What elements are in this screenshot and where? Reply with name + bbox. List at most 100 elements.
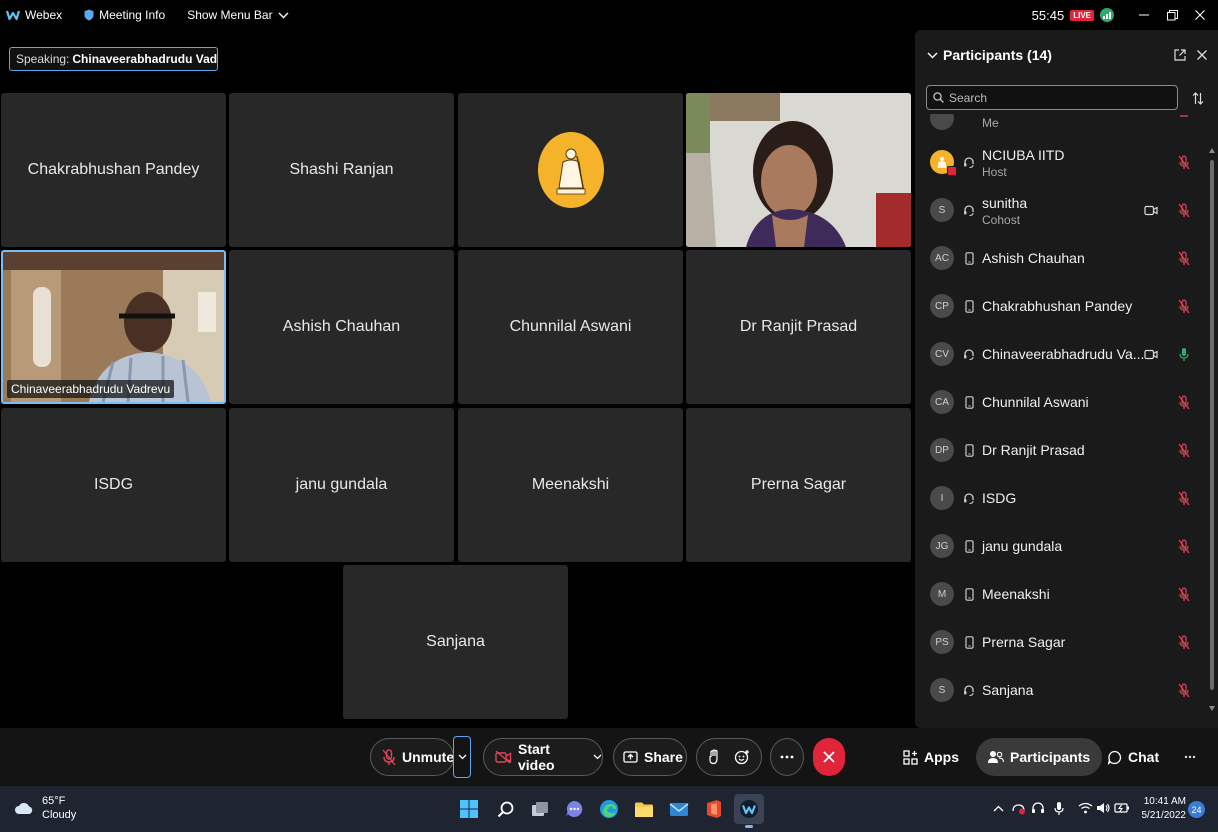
participant-name: NCIUBA IITD [982, 147, 1065, 163]
notification-badge[interactable]: 24 [1188, 801, 1205, 818]
more-panels-button[interactable] [1184, 738, 1196, 776]
participant-row[interactable]: M Meenakshi [915, 570, 1209, 618]
participant-search[interactable] [926, 85, 1178, 110]
mic-muted-icon[interactable] [1177, 202, 1191, 218]
pop-out-panel-button[interactable] [1171, 46, 1189, 64]
webex-taskbar-button[interactable] [734, 794, 764, 828]
apps-button[interactable]: Apps [903, 738, 959, 776]
video-tile-active-speaker[interactable]: Chinaveerabhadrudu Vadrevu [1, 250, 226, 404]
reactions-icon[interactable] [734, 749, 750, 765]
chevron-down-icon[interactable] [593, 754, 602, 760]
participants-icon [988, 751, 1004, 763]
teams-chat-button[interactable] [559, 794, 589, 824]
avatar-initials: DP [935, 444, 949, 456]
tile-participant-name: Ashish Chauhan [282, 318, 401, 335]
unmute-button[interactable]: Unmute [370, 738, 454, 776]
participant-row[interactable]: CV Chinaveerabhadrudu Va... [915, 330, 1209, 378]
share-button[interactable]: Share [613, 738, 687, 776]
participant-name: Sanjana [982, 682, 1034, 698]
participant-row[interactable]: AC Ashish Chauhan [915, 234, 1209, 282]
video-tile-sanjana[interactable]: Sanjana [343, 565, 568, 719]
show-menu-bar-button[interactable]: Show Menu Bar [187, 8, 289, 22]
video-tile-janu-gundala[interactable]: janu gundala [229, 408, 454, 562]
more-options-button[interactable] [770, 738, 804, 776]
start-video-button[interactable]: Start video [483, 738, 603, 776]
webex-app-menu[interactable]: Webex [6, 8, 62, 22]
video-tile-chakrabhushan-pandey[interactable]: Chakrabhushan Pandey [1, 93, 226, 247]
mic-muted-icon[interactable] [1177, 682, 1191, 698]
avatar [930, 150, 957, 176]
mic-muted-icon[interactable] [1177, 586, 1191, 602]
taskbar-clock[interactable]: 10:41 AM 5/21/2022 [1140, 795, 1187, 823]
scroll-down-icon [1209, 706, 1215, 711]
restore-button[interactable] [1158, 0, 1186, 30]
video-tile-isdg[interactable]: ISDG [1, 408, 226, 562]
task-view-button[interactable] [525, 794, 555, 824]
close-panel-button[interactable] [1193, 46, 1211, 64]
mic-muted-icon[interactable] [1177, 298, 1191, 314]
sort-participants-button[interactable] [1189, 88, 1207, 108]
search-input[interactable] [949, 90, 1169, 105]
video-tile-meenakshi[interactable]: Meenakshi [458, 408, 683, 562]
battery-tray-button[interactable] [1114, 799, 1130, 817]
mail-button[interactable] [664, 794, 694, 824]
webex-tray-button[interactable] [1010, 799, 1026, 817]
participant-list-scrollbar[interactable] [1209, 118, 1215, 722]
mic-muted-icon[interactable] [1177, 154, 1191, 170]
speaker-icon [1096, 803, 1110, 813]
minimize-button[interactable] [1130, 0, 1158, 30]
microphone-tray-button[interactable] [1051, 799, 1067, 817]
participant-row[interactable]: CP Chakrabhushan Pandey [915, 282, 1209, 330]
participant-row[interactable]: I ISDG [915, 474, 1209, 522]
chat-button[interactable]: Chat [1107, 738, 1159, 776]
video-tile-chunnilal-aswani[interactable]: Chunnilal Aswani [458, 250, 683, 404]
office-button[interactable] [699, 794, 729, 824]
mic-muted-icon[interactable] [1177, 634, 1191, 650]
mic-muted-icon[interactable] [1177, 394, 1191, 410]
tile-participant-name: Chakrabhushan Pandey [27, 161, 200, 178]
raise-hand-icon[interactable] [708, 749, 720, 765]
video-tile-prerna-sagar[interactable]: Prerna Sagar [686, 408, 911, 562]
clock-date: 5/21/2022 [1141, 810, 1187, 821]
participant-row[interactable]: S sunitha Cohost [915, 186, 1209, 234]
participant-role: Cohost [982, 213, 1021, 227]
weather-temperature: 65°F [42, 795, 66, 807]
collapse-panel-button[interactable] [925, 52, 939, 59]
video-tile-shashi-ranjan[interactable]: Shashi Ranjan [229, 93, 454, 247]
avatar: JG [930, 534, 954, 558]
start-button[interactable] [454, 794, 484, 824]
mic-active-icon[interactable] [1177, 346, 1191, 362]
participant-row[interactable]: NCIUBA IITD Host [915, 138, 1209, 186]
audio-options-button[interactable] [453, 736, 471, 778]
leave-meeting-button[interactable] [813, 738, 845, 776]
participant-name: ISDG [982, 490, 1017, 506]
video-tile-dr-ranjit-prasad[interactable]: Dr Ranjit Prasad [686, 250, 911, 404]
video-tile-ashish-chauhan[interactable]: Ashish Chauhan [229, 250, 454, 404]
mic-muted-icon[interactable] [1177, 250, 1191, 266]
participant-row[interactable]: S Sanjana [915, 666, 1209, 714]
participant-row[interactable]: PS Prerna Sagar [915, 618, 1209, 666]
participant-row[interactable]: CA Chunnilal Aswani [915, 378, 1209, 426]
mic-muted-icon[interactable] [1177, 442, 1191, 458]
mic-muted-icon[interactable] [1177, 490, 1191, 506]
video-tile-camera-feed[interactable] [686, 93, 911, 247]
participant-row[interactable]: JG janu gundala [915, 522, 1209, 570]
participants-button[interactable]: Participants [976, 738, 1103, 776]
weather-widget[interactable]: 65°F Cloudy [14, 794, 76, 822]
show-hidden-icons-button[interactable] [990, 799, 1006, 817]
participant-row[interactable]: DP Dr Ranjit Prasad [915, 426, 1209, 474]
phone-icon [963, 539, 975, 553]
meeting-info-button[interactable]: Meeting Info [84, 8, 165, 22]
mic-muted-icon[interactable] [1177, 538, 1191, 554]
scrollbar-thumb[interactable] [1210, 160, 1214, 690]
network-health-icon[interactable] [1100, 8, 1114, 22]
video-tile-organization-logo[interactable] [458, 93, 683, 247]
file-explorer-button[interactable] [629, 794, 659, 824]
taskbar-search-button[interactable] [490, 794, 520, 824]
webex-account-tray-button[interactable] [1030, 799, 1046, 817]
apps-icon [903, 749, 918, 765]
close-window-button[interactable] [1186, 0, 1214, 30]
edge-browser-button[interactable] [594, 794, 624, 824]
volume-tray-button[interactable] [1095, 799, 1111, 817]
wifi-tray-button[interactable] [1077, 799, 1093, 817]
